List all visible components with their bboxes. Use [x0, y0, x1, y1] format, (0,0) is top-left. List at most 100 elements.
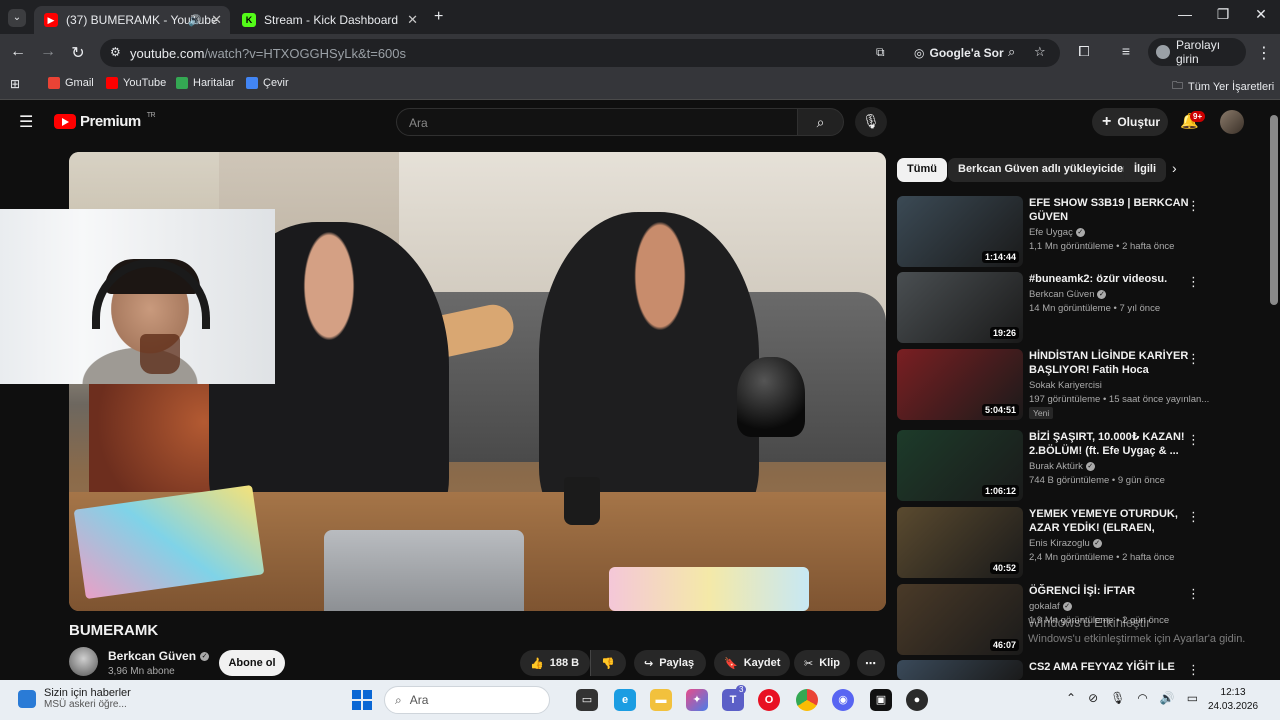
recommended-video-title[interactable]: YEMEK YEMEYE OTURDUK, AZAR YEDİK! (ELRAE… — [1029, 507, 1189, 535]
more-vertical-icon[interactable]: ⋮ — [1187, 586, 1200, 602]
capcut-icon[interactable]: ▣ — [870, 689, 892, 711]
subscribe-button[interactable]: Abone ol — [219, 650, 285, 676]
all-bookmarks[interactable]: 🗀 Tüm Yer İşaretleri — [1172, 77, 1274, 96]
save-button[interactable]: 🔖 Kaydet — [714, 650, 790, 676]
chip-from-uploader[interactable]: Berkcan Güven adlı yükleyiciden — [948, 158, 1140, 182]
task-view-icon[interactable]: ▭ — [576, 689, 598, 711]
tab-kick[interactable]: K Stream - Kick Dashboard ✕ — [232, 6, 426, 34]
voice-search-button[interactable]: 🎙 — [855, 107, 887, 137]
opera-icon[interactable]: O — [758, 689, 780, 711]
recommended-video-title[interactable]: EFE SHOW S3B19 | BERKCAN GÜVEN — [1029, 196, 1189, 224]
taskbar-search[interactable]: ⌕ Ara — [384, 686, 550, 714]
copilot-icon[interactable]: ✦ — [686, 689, 708, 711]
clip-button[interactable]: ✂ Klip — [794, 650, 850, 676]
chip-related[interactable]: İlgili — [1124, 158, 1166, 182]
back-icon[interactable]: ← — [8, 43, 28, 61]
forward-icon[interactable]: → — [38, 43, 58, 61]
more-menu-icon[interactable]: ⋮ — [1254, 43, 1274, 63]
video-thumbnail[interactable]: 1:06:12 — [897, 430, 1023, 501]
zoom-icon[interactable]: ⌕ — [1008, 44, 1015, 60]
recommended-video-channel[interactable]: Efe Uygaç ✓ — [1029, 227, 1085, 238]
recommended-video[interactable]: 19:26 #buneamk2: özür videosu. Berkcan Güv… — [897, 272, 1267, 344]
media-controls-icon[interactable]: ≡ — [1116, 43, 1136, 59]
close-window-icon[interactable]: ✕ — [1246, 6, 1276, 23]
tab-youtube[interactable]: ▶ (37) BUMERAMK - YouTube 🔊 ✕ — [34, 6, 230, 34]
more-vertical-icon[interactable]: ⋮ — [1187, 198, 1200, 214]
cast-icon[interactable]: ⧉ — [876, 45, 885, 60]
close-tab-icon[interactable]: ✕ — [211, 12, 222, 28]
dislike-button[interactable]: 👎 — [590, 650, 626, 676]
youtube-premium-logo[interactable]: Premium TR — [54, 112, 156, 130]
more-vertical-icon[interactable]: ⋮ — [1187, 274, 1200, 290]
recommended-video-title[interactable]: ÖĞRENCİ İŞİ: İFTAR — [1029, 584, 1189, 598]
recommended-video-title[interactable]: BİZİ ŞAŞIRT, 10.000₺ KAZAN! 2.BÖLÜM! (ft… — [1029, 430, 1189, 458]
url-text[interactable]: youtube.com/watch?v=HTXOGGHSyLk&t=600s — [130, 46, 406, 61]
battery-icon[interactable]: ▭ — [1187, 691, 1198, 705]
bookmark-maps[interactable]: Haritalar — [176, 77, 235, 89]
chip-all[interactable]: Tümü — [897, 158, 947, 182]
more-vertical-icon[interactable]: ⋮ — [1187, 351, 1200, 367]
tab-search-icon[interactable]: ⌄ — [8, 9, 26, 27]
profile-button[interactable]: Parolayı girin — [1148, 38, 1246, 66]
search-button[interactable]: ⌕ — [797, 108, 844, 136]
recommended-video[interactable]: 1:06:12 BİZİ ŞAŞIRT, 10.000₺ KAZAN! 2.BÖL… — [897, 430, 1267, 502]
file-explorer-icon[interactable]: ▬ — [650, 689, 672, 711]
microphone-icon[interactable]: 🎙 — [1110, 691, 1125, 705]
bookmark-youtube[interactable]: YouTube — [106, 77, 166, 89]
more-vertical-icon[interactable]: ⋮ — [1187, 509, 1200, 525]
recommended-video-channel[interactable]: Enis Kirazoglu ✓ — [1029, 538, 1102, 549]
new-tab-icon[interactable]: + — [434, 8, 443, 26]
video-thumbnail[interactable] — [897, 660, 1023, 680]
video-thumbnail[interactable]: 46:07 — [897, 584, 1023, 655]
like-button[interactable]: 👍 188 B — [520, 650, 590, 676]
edge-icon[interactable]: e — [614, 689, 636, 711]
video-thumbnail[interactable]: 40:52 — [897, 507, 1023, 578]
system-clock[interactable]: 12:13 24.03.2026 — [1208, 686, 1258, 714]
scrollbar-thumb[interactable] — [1270, 115, 1278, 305]
chevron-up-icon[interactable]: ⌃ — [1066, 691, 1076, 705]
bookmark-star-icon[interactable]: ☆ — [1034, 44, 1046, 60]
recommended-video-title[interactable]: #buneamk2: özür videosu. — [1029, 272, 1189, 286]
guide-menu-icon[interactable]: ☰ — [19, 112, 33, 132]
recommended-video[interactable]: 40:52 YEMEK YEMEYE OTURDUK, AZAR YEDİK! (… — [897, 507, 1267, 579]
close-tab-icon[interactable]: ✕ — [407, 12, 418, 28]
chrome-icon[interactable] — [796, 689, 818, 711]
video-thumbnail[interactable]: 5:04:51 — [897, 349, 1023, 420]
volume-icon[interactable]: 🔊 — [1160, 691, 1175, 705]
recommended-video-channel[interactable]: Burak Aktürk ✓ — [1029, 461, 1095, 472]
restore-icon[interactable]: ❐ — [1208, 6, 1238, 23]
search-input[interactable]: Ara — [396, 108, 798, 136]
bookmark-translate[interactable]: Çevir — [246, 77, 289, 89]
recommended-video-title[interactable]: CS2 AMA FEYYAZ YİĞİT İLE — [1029, 660, 1189, 674]
more-vertical-icon[interactable]: ⋮ — [1187, 432, 1200, 448]
address-bar[interactable]: ⚙ youtube.com/watch?v=HTXOGGHSyLk&t=600s… — [100, 39, 1060, 67]
video-thumbnail[interactable]: 19:26 — [897, 272, 1023, 343]
reload-icon[interactable]: ↻ — [68, 43, 88, 63]
minimize-icon[interactable]: — — [1170, 6, 1200, 22]
recommended-video[interactable]: 5:04:51 HİNDİSTAN LİGİNDE KARİYER BAŞLIYO… — [897, 349, 1267, 421]
discord-icon[interactable]: ◉ — [832, 689, 854, 711]
network-off-icon[interactable]: ⊘ — [1088, 691, 1098, 705]
share-button[interactable]: ↪ Paylaş — [634, 650, 706, 676]
audio-icon[interactable]: 🔊 — [188, 14, 202, 27]
channel-avatar[interactable] — [69, 647, 98, 676]
obs-icon[interactable]: ● — [906, 689, 928, 711]
recommended-video[interactable]: CS2 AMA FEYYAZ YİĞİT İLE ⋮ — [897, 660, 1267, 680]
recommended-video-channel[interactable]: Berkcan Güven ✓ — [1029, 289, 1107, 300]
extensions-icon[interactable]: ⧠ — [1074, 43, 1094, 60]
wifi-icon[interactable]: ◠ — [1137, 691, 1147, 705]
site-info-icon[interactable]: ⚙ — [110, 45, 121, 59]
recommended-video-channel[interactable]: Sokak Kariyercisi — [1029, 380, 1102, 391]
apps-icon[interactable]: ⊞ — [10, 77, 20, 91]
more-actions-button[interactable]: ⋯ — [857, 650, 885, 676]
recommended-video-title[interactable]: HİNDİSTAN LİGİNDE KARİYER BAŞLIYOR! Fati… — [1029, 349, 1189, 377]
create-button[interactable]: + Oluştur — [1092, 108, 1168, 136]
account-avatar[interactable] — [1220, 110, 1244, 134]
more-vertical-icon[interactable]: ⋮ — [1187, 662, 1200, 678]
recommended-video[interactable]: 1:14:44 EFE SHOW S3B19 | BERKCAN GÜVEN Efe… — [897, 196, 1267, 268]
ask-google-button[interactable]: ◎ Google'a Sor — [906, 43, 1012, 63]
channel-name[interactable]: Berkcan Güven ✓ — [108, 649, 210, 663]
bookmark-gmail[interactable]: Gmail — [48, 77, 94, 89]
recommended-video-channel[interactable]: gokalaf ✓ — [1029, 601, 1072, 612]
chevron-right-icon[interactable]: › — [1172, 160, 1177, 176]
